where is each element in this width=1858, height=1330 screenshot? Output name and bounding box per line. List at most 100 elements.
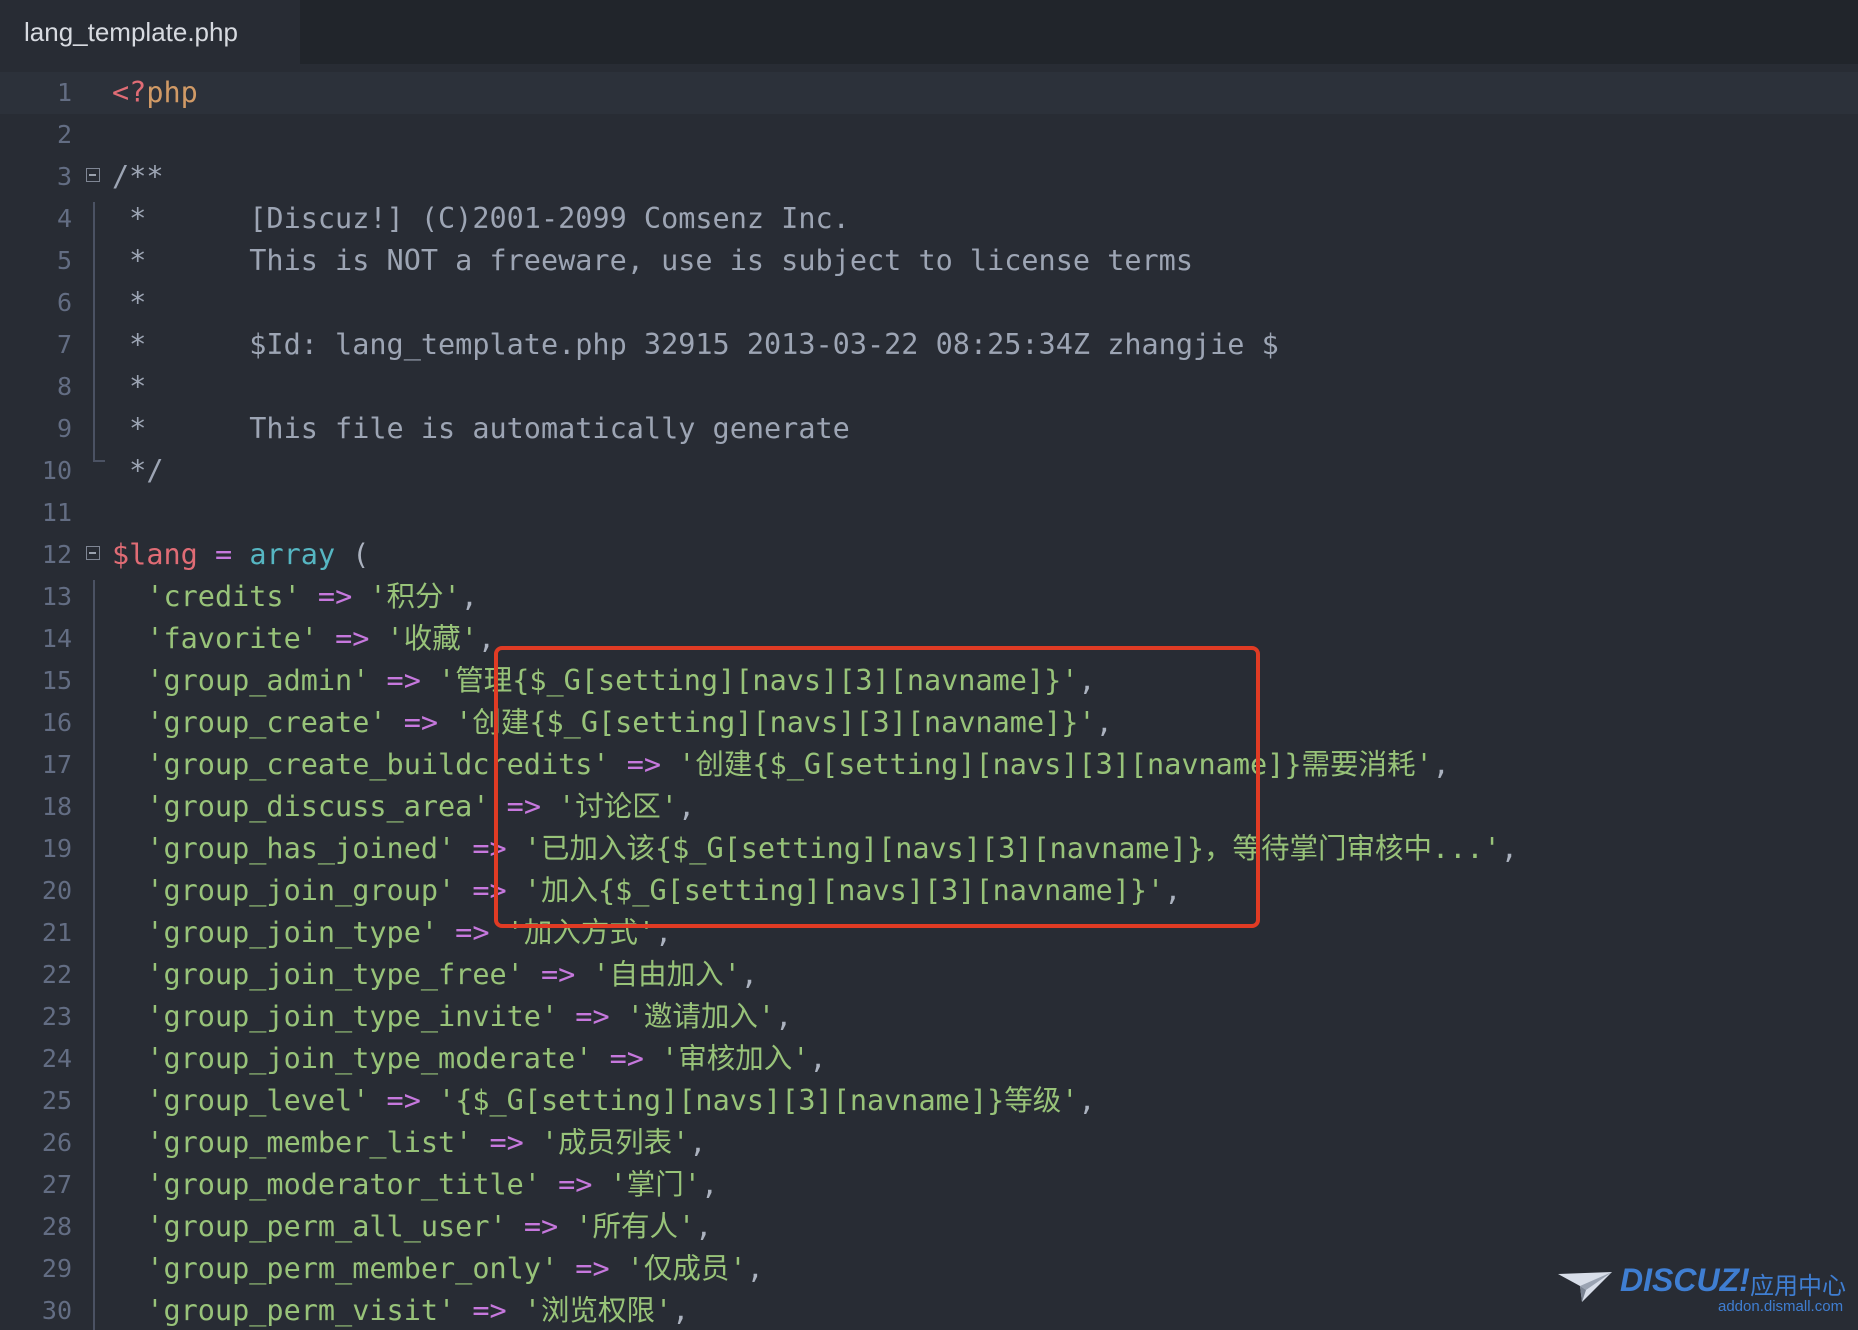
line-number: 21 [41, 918, 72, 947]
code-text: 'group_join_type_invite' => '邀请加入', [112, 996, 792, 1038]
code-token: 'group_join_group' [112, 874, 456, 907]
code-token: 'group_join_type_invite' [112, 1000, 559, 1033]
line-number: 13 [41, 582, 72, 611]
line-number: 11 [41, 498, 72, 527]
line-number: 5 [56, 246, 72, 275]
code-token: => [369, 664, 439, 697]
code-text: * This is NOT a freeware, use is subject… [112, 240, 1193, 282]
code-text: * [112, 282, 146, 324]
code-token: 'group_join_type_moderate' [112, 1042, 593, 1075]
code-token: , [1078, 1084, 1096, 1117]
code-line[interactable]: 4 * [Discuz!] (C)2001-2099 Comsenz Inc. [0, 198, 1858, 240]
code-token: '邀请加入' [626, 1000, 776, 1033]
code-token: '掌门' [609, 1168, 701, 1201]
code-token: => [540, 1168, 610, 1201]
line-number: 27 [41, 1170, 72, 1199]
code-line[interactable]: 25 'group_level' => '{$_G[setting][navs]… [0, 1080, 1858, 1122]
code-token: => [369, 1084, 439, 1117]
tab-lang-template[interactable]: lang_template.php [0, 0, 300, 64]
code-token: '成员列表' [540, 1126, 690, 1159]
code-token: => [558, 1000, 627, 1033]
code-line[interactable]: 23 'group_join_type_invite' => '邀请加入', [0, 996, 1858, 1038]
code-token: , [689, 1126, 707, 1159]
code-text: 'favorite' => '收藏', [112, 618, 495, 660]
code-token: 'group_level' [112, 1084, 370, 1117]
code-text: */ [112, 450, 163, 492]
code-text: 'group_level' => '{$_G[setting][navs][3]… [112, 1080, 1096, 1122]
code-token: => [317, 622, 387, 655]
line-number: 12 [41, 540, 72, 569]
line-number: 1 [56, 78, 72, 107]
red-highlight-box [494, 646, 1260, 928]
code-token: '收藏' [386, 622, 478, 655]
code-token: , [809, 1042, 827, 1075]
code-text: 'group_join_type_moderate' => '审核加入', [112, 1038, 827, 1080]
code-line[interactable]: 7 * $Id: lang_template.php 32915 2013-03… [0, 324, 1858, 366]
code-text: 'group_member_list' => '成员列表', [112, 1122, 706, 1164]
code-token: , [695, 1210, 713, 1243]
code-text: /** [112, 156, 163, 198]
code-token: <? [112, 76, 147, 109]
code-line[interactable]: 27 'group_moderator_title' => '掌门', [0, 1164, 1858, 1206]
fold-toggle-icon[interactable] [86, 168, 100, 182]
code-token: * [Discuz!] (C)2001-2099 Comsenz Inc. [112, 202, 850, 235]
code-line[interactable]: 22 'group_join_type_free' => '自由加入', [0, 954, 1858, 996]
code-line[interactable]: 6 * [0, 282, 1858, 324]
code-token: * $Id: lang_template.php 32915 2013-03-2… [112, 328, 1279, 361]
tab-bar: lang_template.php [0, 0, 1858, 64]
code-text: $lang = array ( [112, 534, 369, 576]
code-line[interactable]: 12 $lang = array ( [0, 534, 1858, 576]
line-number: 23 [41, 1002, 72, 1031]
code-token: => [300, 580, 370, 613]
code-token: , [1432, 748, 1450, 781]
line-number: 24 [41, 1044, 72, 1073]
fold-toggle-icon[interactable] [86, 546, 100, 560]
line-number: 3 [56, 162, 72, 191]
code-token: => [386, 706, 456, 739]
code-token: , [672, 1294, 690, 1327]
code-text: 'group_perm_visit' => '浏览权限', [112, 1290, 689, 1330]
line-number: 9 [56, 414, 72, 443]
line-number: 17 [41, 750, 72, 779]
code-line[interactable]: 10 */ [0, 450, 1858, 492]
code-token: '积分' [369, 580, 461, 613]
code-token: , [477, 622, 496, 655]
code-line[interactable]: 1 <?php [0, 72, 1858, 114]
code-line[interactable]: 24 'group_join_type_moderate' => '审核加入', [0, 1038, 1858, 1080]
code-line[interactable]: 5 * This is NOT a freeware, use is subje… [0, 240, 1858, 282]
code-line[interactable]: 13 'credits' => '积分', [0, 576, 1858, 618]
app-center-text: 应用中心 [1750, 1272, 1846, 1300]
code-line[interactable]: 26 'group_member_list' => '成员列表', [0, 1122, 1858, 1164]
discuz-logo-text: DISCUZ! [1620, 1262, 1750, 1298]
code-text: * [112, 366, 146, 408]
watermark-url: addon.dismall.com [1718, 1298, 1844, 1315]
code-line[interactable]: 8 * [0, 366, 1858, 408]
code-line[interactable]: 3 /** [0, 156, 1858, 198]
code-token: => [455, 1294, 524, 1327]
code-token: = [214, 538, 233, 571]
code-token: * This file is automatically generate [112, 412, 850, 445]
code-token: 'group_has_joined' [112, 832, 456, 865]
code-token: 'group_perm_all_user' [112, 1210, 507, 1243]
line-number: 10 [41, 456, 72, 485]
code-line[interactable]: 11 [0, 492, 1858, 534]
code-token: => [506, 1210, 576, 1243]
code-editor-window: lang_template.php 1 <?php 2 3/** 4 * [Discuz… [0, 0, 1858, 1330]
line-number: 22 [41, 960, 72, 989]
code-line[interactable]: 9 * This file is automatically generate [0, 408, 1858, 450]
discuz-watermark: DISCUZ! 应用中心 addon.dismall.com [1556, 1260, 1846, 1326]
line-number: 26 [41, 1128, 72, 1157]
code-token: '审核加入' [661, 1042, 810, 1075]
line-number: 8 [56, 372, 72, 401]
code-token: , [746, 1252, 764, 1285]
code-token: 'group_perm_member_only' [112, 1252, 559, 1285]
line-number: 25 [41, 1086, 72, 1115]
code-token: php [146, 76, 198, 109]
code-token: '所有人' [575, 1210, 696, 1243]
code-token: => [558, 1252, 627, 1285]
code-line[interactable]: 2 [0, 114, 1858, 156]
code-token: => [592, 1042, 662, 1075]
code-token: 'group_discuss_area' [112, 790, 490, 823]
code-line[interactable]: 28 'group_perm_all_user' => '所有人', [0, 1206, 1858, 1248]
